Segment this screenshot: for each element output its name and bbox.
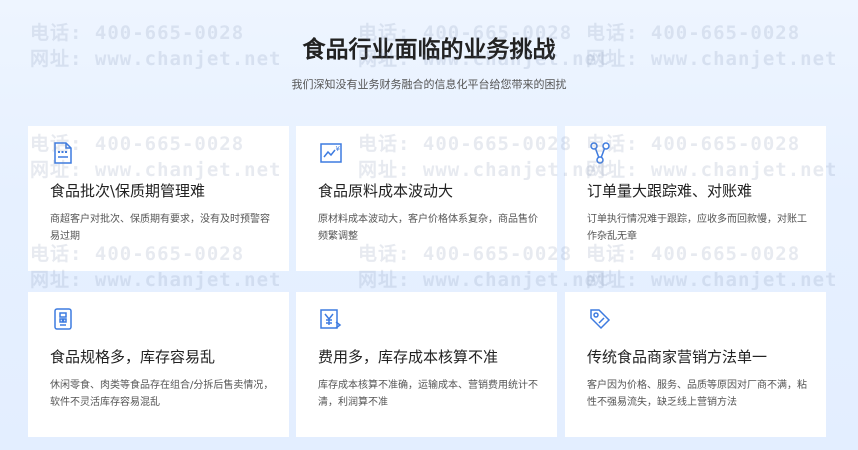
card-description: 订单执行情况难于跟踪，应收多而回款慢，对账工作杂乱无章 — [587, 214, 807, 242]
page-title: 食品行业面临的业务挑战 — [302, 37, 556, 63]
challenge-card-cost: ¥ 食品原料成本波动大 原材料成本波动大，客户价格体系复杂，商品售价频繁调整 — [296, 126, 557, 271]
challenge-card-marketing: 传统食品商家营销方法单一 客户因为价格、服务、品质等原因对厂商不满，粘性不强易流… — [565, 292, 826, 437]
card-title: 食品规格多，库存容易乱 — [50, 348, 216, 366]
card-title: 食品原料成本波动大 — [318, 182, 454, 200]
price-tag-icon — [587, 306, 613, 332]
card-description: 原材料成本波动大，客户价格体系复杂，商品售价频繁调整 — [318, 214, 538, 242]
card-title: 费用多，库存成本核算不准 — [318, 348, 499, 366]
card-title: 订单量大跟踪难、对账难 — [587, 182, 753, 200]
challenge-card-inventory: 食品规格多，库存容易乱 休闲零食、肉类等食品存在组合/分拆后售卖情况，软件不灵活… — [28, 292, 289, 437]
yen-arrow-icon — [318, 306, 344, 332]
page-subtitle: 我们深知没有业务财务融合的信息化平台给您带来的困扰 — [291, 78, 567, 91]
challenge-card-expense: 费用多，库存成本核算不准 库存成本核算不准确，运输成本、营销费用统计不清，利润算… — [296, 292, 557, 437]
document-list-icon — [50, 140, 76, 166]
card-title: 食品批次\保质期管理难 — [50, 182, 206, 200]
card-description: 休闲零食、肉类等食品存在组合/分拆后售卖情况，软件不灵活库存容易混乱 — [50, 380, 274, 408]
card-title: 传统食品商家营销方法单一 — [587, 348, 768, 366]
challenge-card-batch: 食品批次\保质期管理难 商超客户对批次、保质期有要求，没有及时预警容易过期 — [28, 126, 289, 271]
card-description: 库存成本核算不准确，运输成本、营销费用统计不清，利润算不准 — [318, 380, 538, 408]
card-description: 客户因为价格、服务、品质等原因对厂商不满，粘性不强易流失，缺乏线上营销方法 — [587, 380, 807, 408]
cost-chart-icon: ¥ — [318, 140, 344, 166]
network-nodes-icon — [587, 140, 613, 166]
inventory-grid-icon — [50, 306, 76, 332]
challenge-card-order: 订单量大跟踪难、对账难 订单执行情况难于跟踪，应收多而回款慢，对账工作杂乱无章 — [565, 126, 826, 271]
svg-text:¥: ¥ — [336, 145, 341, 153]
card-description: 商超客户对批次、保质期有要求，没有及时预警容易过期 — [50, 214, 270, 242]
